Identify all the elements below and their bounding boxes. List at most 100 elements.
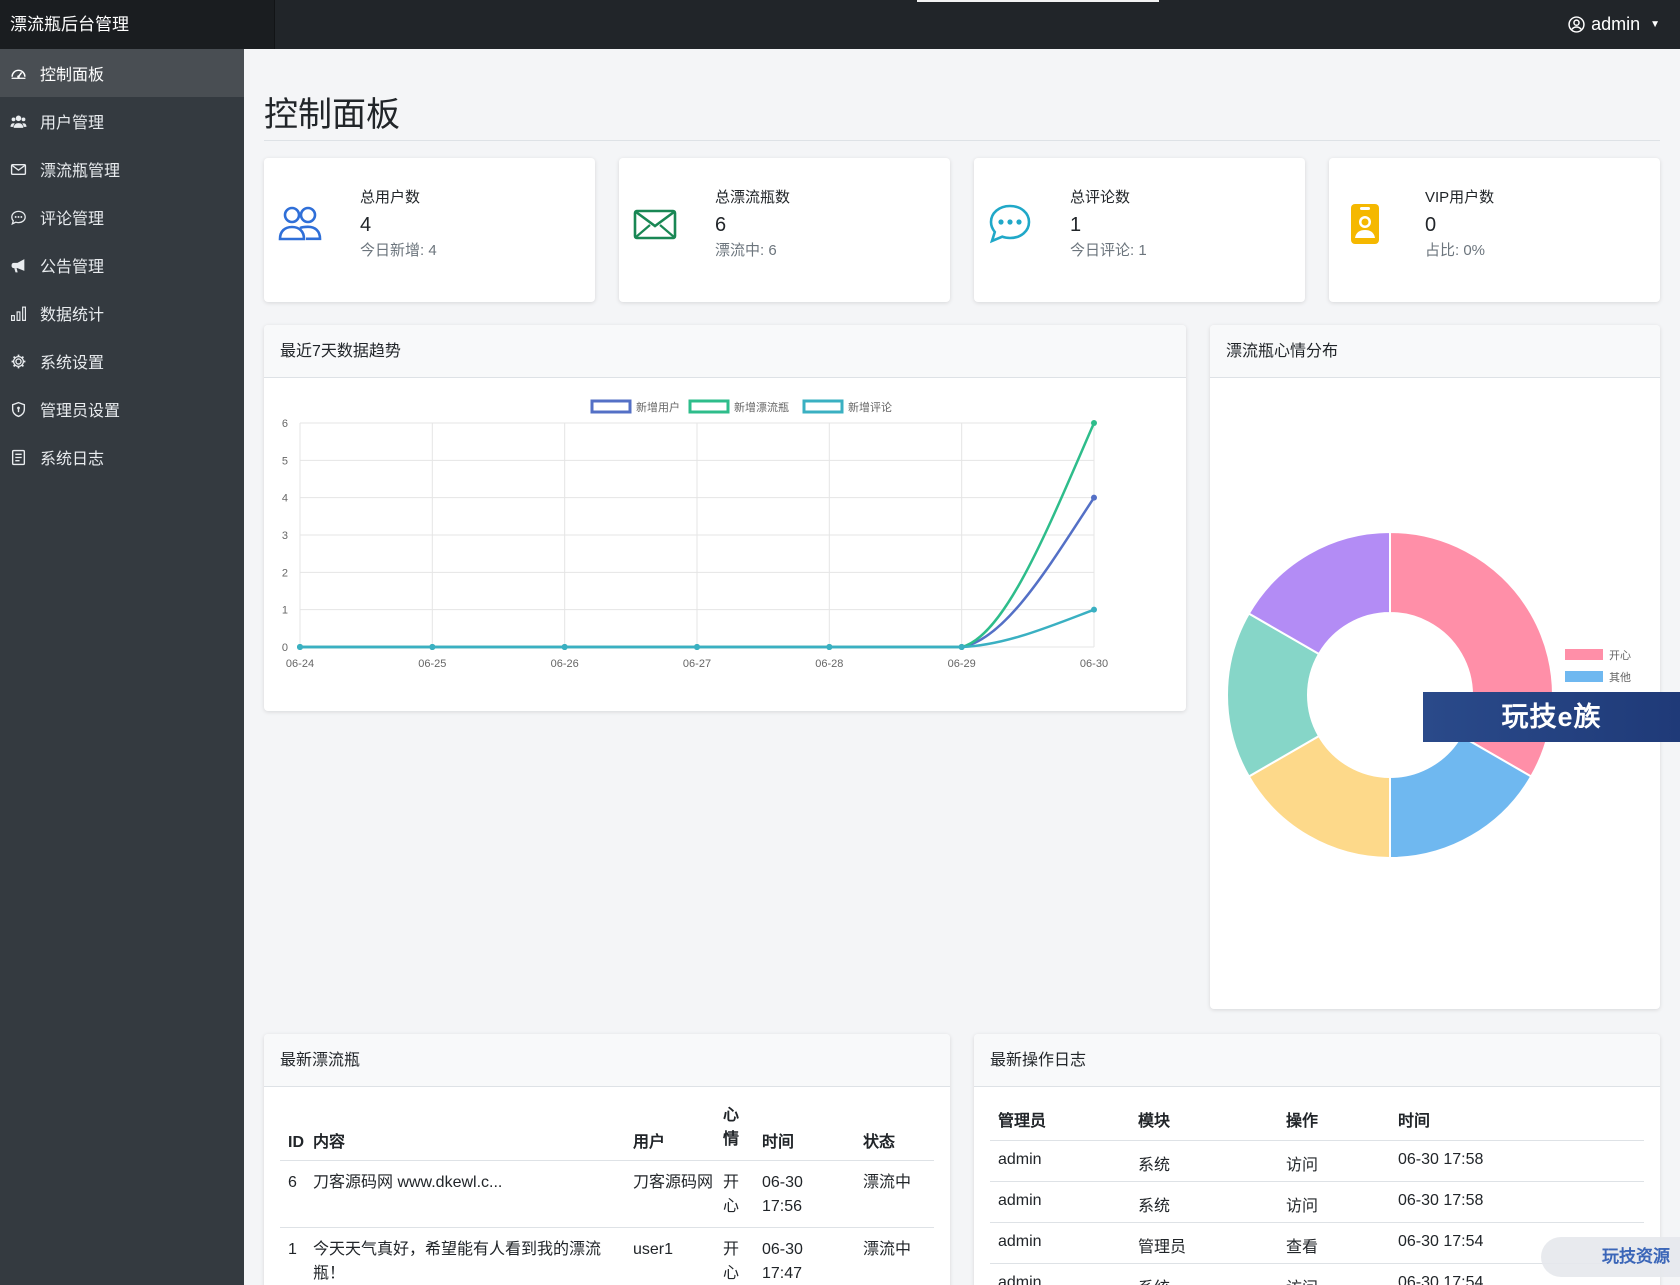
x-tick-label: 06-28: [815, 658, 843, 670]
bar-chart-icon: [10, 305, 40, 322]
stat-label: 总评论数: [1070, 189, 1131, 206]
table-row[interactable]: admin 系统 访问 06-30 17:58: [990, 1140, 1644, 1181]
x-tick-label: 06-29: [948, 658, 976, 670]
user-name: admin: [1591, 14, 1641, 34]
sidebar-item-announcements[interactable]: 公告管理: [0, 241, 244, 289]
cell-mood: 开心: [723, 1173, 740, 1215]
x-tick-label: 06-26: [551, 658, 579, 670]
app-brand[interactable]: 漂流瓶后台管理: [0, 0, 275, 49]
stat-label: 总用户数: [360, 189, 421, 206]
sidebar-item-dashboard[interactable]: 控制面板: [0, 49, 244, 97]
data-point: [1091, 606, 1097, 613]
cell-time: 06-30 17:58: [1398, 1191, 1484, 1209]
sidebar: 控制面板 用户管理 漂流瓶管理 评论管理 公告管理 数据统计 系统设置 管理员设…: [0, 49, 244, 1285]
column-header: 模块: [1138, 1112, 1171, 1130]
stat-subtext: 占比: 0%: [1425, 242, 1486, 259]
sidebar-item-admin-settings[interactable]: 管理员设置: [0, 385, 244, 433]
sidebar-item-bottles[interactable]: 漂流瓶管理: [0, 145, 244, 193]
bottles-table: ID 内容 用户 心情 时间 状态 6 刀客源码网 www.dkewl.c...…: [280, 1098, 934, 1285]
column-header: 内容: [313, 1133, 346, 1151]
column-header: 状态: [863, 1133, 896, 1151]
trend-chart-card: 最近7天数据趋势 0 1 2 3 4 5 6 06-24 06-25 06-26 06-27 06-2…: [264, 325, 1186, 711]
cell-action: 访问: [1286, 1197, 1319, 1215]
sidebar-item-label: 用户管理: [40, 115, 105, 132]
column-header: 时间: [1398, 1112, 1431, 1130]
y-tick-label: 2: [282, 567, 288, 579]
legend-swatch: [802, 399, 844, 414]
legend-label: 开心: [1609, 649, 1631, 662]
stat-label: VIP用户数: [1425, 189, 1495, 206]
cell-content: 刀客源码网 www.dkewl.c...: [313, 1173, 503, 1191]
cell-admin: admin: [998, 1232, 1042, 1250]
cell-id: 1: [288, 1240, 297, 1258]
table-row[interactable]: 1 今天天气真好，希望能有人看到我的漂流瓶！ user1 开心 06-30 17…: [280, 1227, 934, 1285]
stat-value: 1: [1070, 214, 1082, 236]
cell-user: user1: [633, 1240, 674, 1258]
legend-swatch: [1565, 671, 1603, 682]
card-header: 最新操作日志: [974, 1034, 1660, 1087]
shield-icon: [10, 401, 40, 418]
sidebar-item-label: 漂流瓶管理: [40, 163, 121, 180]
column-header: 时间: [762, 1133, 795, 1151]
cell-module: 系统: [1138, 1197, 1171, 1215]
cell-action: 查看: [1286, 1238, 1319, 1256]
envelope-icon: [633, 209, 677, 240]
data-point: [561, 644, 568, 650]
table-header-row: ID 内容 用户 心情 时间 状态: [280, 1098, 934, 1160]
stat-value: 4: [360, 214, 372, 236]
data-point: [1091, 494, 1097, 501]
table-row[interactable]: 6 刀客源码网 www.dkewl.c... 刀客源码网 开心 06-30 17…: [280, 1160, 934, 1227]
table-header-row: 管理员 模块 操作 时间: [990, 1100, 1644, 1140]
sidebar-item-users[interactable]: 用户管理: [0, 97, 244, 145]
user-circle-icon: [1568, 16, 1585, 33]
stat-value: 0: [1425, 214, 1437, 236]
legend-label: 新增漂流瓶: [734, 400, 789, 414]
cell-status: 漂流中: [863, 1240, 912, 1258]
table-row[interactable]: admin 系统 访问 06-30 17:58: [990, 1181, 1644, 1222]
cell-module: 系统: [1138, 1263, 1286, 1285]
sidebar-item-system-log[interactable]: 系统日志: [0, 433, 244, 481]
sidebar-item-label: 系统设置: [40, 355, 105, 372]
main-content: 控制面板 总用户数 4 今日新增: 4 总漂流瓶数 6 漂流中: 6 总评论数 …: [244, 49, 1680, 1285]
legend-swatch: [1565, 649, 1603, 660]
sidebar-item-comments[interactable]: 评论管理: [0, 193, 244, 241]
legend-label: 新增评论: [848, 400, 892, 414]
column-header: 心情: [723, 1106, 740, 1148]
stat-value: 6: [715, 214, 727, 236]
legend-swatch: [590, 399, 632, 414]
cell-module: 管理员: [1138, 1238, 1187, 1256]
cell-action: 访问: [1286, 1156, 1319, 1174]
users-icon: [10, 113, 40, 130]
page-title: 控制面板: [264, 96, 400, 134]
column-header: 用户: [633, 1133, 666, 1151]
sidebar-item-label: 控制面板: [40, 67, 105, 84]
watermark-corner: 玩技资源: [1541, 1237, 1680, 1277]
data-point: [694, 644, 700, 650]
sidebar-item-statistics[interactable]: 数据统计: [0, 289, 244, 337]
legend-label: 其他: [1609, 671, 1631, 684]
data-point: [958, 644, 965, 650]
y-tick-label: 0: [282, 642, 288, 654]
cell-id: 6: [288, 1173, 297, 1191]
column-header: 操作: [1286, 1112, 1319, 1130]
card-header: 最近7天数据趋势: [264, 325, 1186, 378]
sidebar-item-label: 公告管理: [40, 259, 105, 276]
data-point: [429, 644, 436, 650]
x-tick-label: 06-30: [1080, 658, 1108, 670]
user-menu-dropdown[interactable]: admin ▼: [1568, 0, 1660, 49]
x-tick-label: 06-25: [418, 658, 446, 670]
stat-card-bottles: 总漂流瓶数 6 漂流中: 6: [619, 158, 950, 302]
column-header: 管理员: [998, 1112, 1047, 1130]
chat-icon: [10, 209, 40, 226]
chevron-down-icon: ▼: [1650, 19, 1660, 30]
sidebar-item-settings[interactable]: 系统设置: [0, 337, 244, 385]
people-icon: [278, 206, 322, 241]
chat-dots-icon: [989, 204, 1031, 244]
vip-badge-icon: [1351, 204, 1379, 244]
sidebar-item-label: 数据统计: [40, 307, 105, 324]
stat-subtext: 漂流中: 6: [715, 242, 777, 259]
stat-subtext: 今日评论: 1: [1070, 242, 1147, 259]
mood-chart-card: 漂流瓶心情分布 开心其他平静: [1210, 325, 1660, 1009]
cell-action: 访问: [1286, 1263, 1398, 1285]
legend-label: 新增用户: [636, 400, 680, 414]
